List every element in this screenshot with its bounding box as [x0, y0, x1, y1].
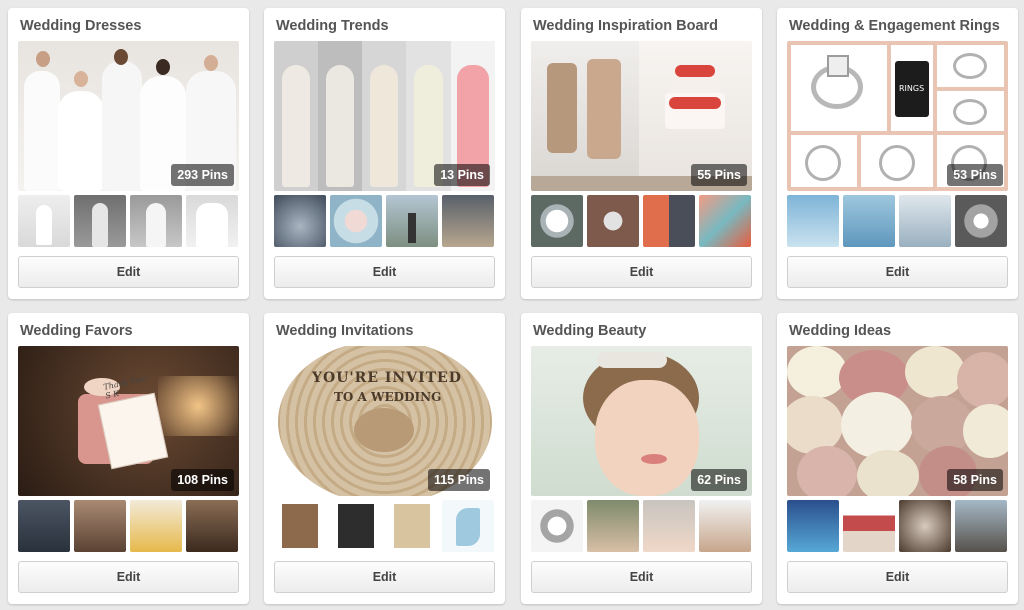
edit-board-button[interactable]: Edit: [18, 561, 239, 593]
pin-count-badge: 55 Pins: [691, 164, 747, 186]
edit-board-button[interactable]: Edit: [274, 561, 495, 593]
invitation-text-line1: YOU'RE INVITED: [312, 370, 462, 386]
thumbnail-image[interactable]: [899, 500, 951, 552]
board-title[interactable]: Wedding Trends: [276, 18, 389, 34]
board-title[interactable]: Wedding Favors: [20, 323, 133, 339]
edit-board-button[interactable]: Edit: [274, 256, 495, 288]
edit-board-button[interactable]: Edit: [531, 561, 752, 593]
thumbnail-image[interactable]: [330, 500, 382, 552]
thumbnail-image[interactable]: [787, 195, 839, 247]
board-thumbnails: [531, 195, 752, 247]
pin-count-badge: 58 Pins: [947, 469, 1003, 491]
thumbnail-image[interactable]: [386, 500, 438, 552]
thumbnail-image[interactable]: [843, 500, 895, 552]
thumbnail-image[interactable]: [330, 195, 382, 247]
thumbnail-image[interactable]: [274, 195, 326, 247]
thumbnail-image[interactable]: [186, 195, 238, 247]
thumbnail-image[interactable]: [787, 500, 839, 552]
pin-count-badge: 13 Pins: [434, 164, 490, 186]
edit-board-button[interactable]: Edit: [787, 256, 1008, 288]
board-cover-image[interactable]: 62 Pins: [531, 346, 752, 496]
board-cover-image[interactable]: 13 Pins: [274, 41, 495, 191]
thumbnail-image[interactable]: [587, 195, 639, 247]
thumbnail-image[interactable]: [74, 195, 126, 247]
thumbnail-image[interactable]: [130, 500, 182, 552]
board-card-wedding-rings[interactable]: Wedding & Engagement Rings 53 Pins Edit: [777, 8, 1018, 299]
thumbnail-image[interactable]: [18, 195, 70, 247]
thumbnail-image[interactable]: [843, 195, 895, 247]
board-cover-image[interactable]: 58 Pins: [787, 346, 1008, 496]
thumbnail-image[interactable]: [274, 500, 326, 552]
board-title[interactable]: Wedding Beauty: [533, 323, 646, 339]
thumbnail-image[interactable]: [531, 500, 583, 552]
edit-board-button[interactable]: Edit: [787, 561, 1008, 593]
board-card-wedding-invitations[interactable]: Wedding Invitations 115 Pins Edit: [264, 313, 505, 604]
invitation-text-line2: TO A WEDDING: [334, 390, 442, 404]
rings-tag-text: RINGS: [899, 84, 925, 93]
board-card-wedding-dresses[interactable]: Wedding Dresses 293 Pins Edit: [8, 8, 249, 299]
thumbnail-image[interactable]: [587, 500, 639, 552]
pin-count-badge: 293 Pins: [171, 164, 234, 186]
board-cover-image[interactable]: 108 Pins: [18, 346, 239, 496]
thumbnail-image[interactable]: [955, 500, 1007, 552]
pin-count-badge: 53 Pins: [947, 164, 1003, 186]
pin-count-badge: 108 Pins: [171, 469, 234, 491]
board-title[interactable]: Wedding Inspiration Board: [533, 18, 718, 34]
thumbnail-image[interactable]: [386, 195, 438, 247]
thumbnail-image[interactable]: [130, 195, 182, 247]
board-card-wedding-trends[interactable]: Wedding Trends 13 Pins Edit: [264, 8, 505, 299]
thumbnail-image[interactable]: [955, 195, 1007, 247]
board-cover-image[interactable]: 115 Pins: [274, 346, 495, 496]
board-title[interactable]: Wedding Ideas: [789, 323, 891, 339]
thumbnail-image[interactable]: [531, 195, 583, 247]
board-thumbnails: [274, 195, 495, 247]
thumbnail-image[interactable]: [74, 500, 126, 552]
board-cover-image[interactable]: 55 Pins: [531, 41, 752, 191]
thumbnail-image[interactable]: [186, 500, 238, 552]
thumbnail-image[interactable]: [899, 195, 951, 247]
board-thumbnails: [787, 195, 1008, 247]
thumbnail-image[interactable]: [442, 500, 494, 552]
board-thumbnails: [18, 500, 239, 552]
thumbnail-image[interactable]: [643, 195, 695, 247]
thumbnail-image[interactable]: [643, 500, 695, 552]
edit-board-button[interactable]: Edit: [531, 256, 752, 288]
board-title[interactable]: Wedding Invitations: [276, 323, 413, 339]
board-cover-image[interactable]: 293 Pins: [18, 41, 239, 191]
edit-board-button[interactable]: Edit: [18, 256, 239, 288]
thumbnail-image[interactable]: [699, 195, 751, 247]
pin-count-badge: 115 Pins: [427, 469, 490, 491]
board-cover-image[interactable]: 53 Pins: [787, 41, 1008, 191]
thumbnail-image[interactable]: [442, 195, 494, 247]
board-title[interactable]: Wedding & Engagement Rings: [789, 18, 1000, 34]
board-thumbnails: [274, 500, 495, 552]
board-card-wedding-inspiration[interactable]: Wedding Inspiration Board 55 Pins Edit: [521, 8, 762, 299]
board-thumbnails: [531, 500, 752, 552]
pin-count-badge: 62 Pins: [691, 469, 747, 491]
board-thumbnails: [18, 195, 239, 247]
thumbnail-image[interactable]: [699, 500, 751, 552]
board-card-wedding-favors[interactable]: Wedding Favors 108 Pins Edit: [8, 313, 249, 604]
board-thumbnails: [787, 500, 1008, 552]
board-title[interactable]: Wedding Dresses: [20, 18, 141, 34]
thumbnail-image[interactable]: [18, 500, 70, 552]
board-card-wedding-ideas[interactable]: Wedding Ideas 58 Pins Edit: [777, 313, 1018, 604]
board-card-wedding-beauty[interactable]: Wedding Beauty 62 Pins Edit: [521, 313, 762, 604]
